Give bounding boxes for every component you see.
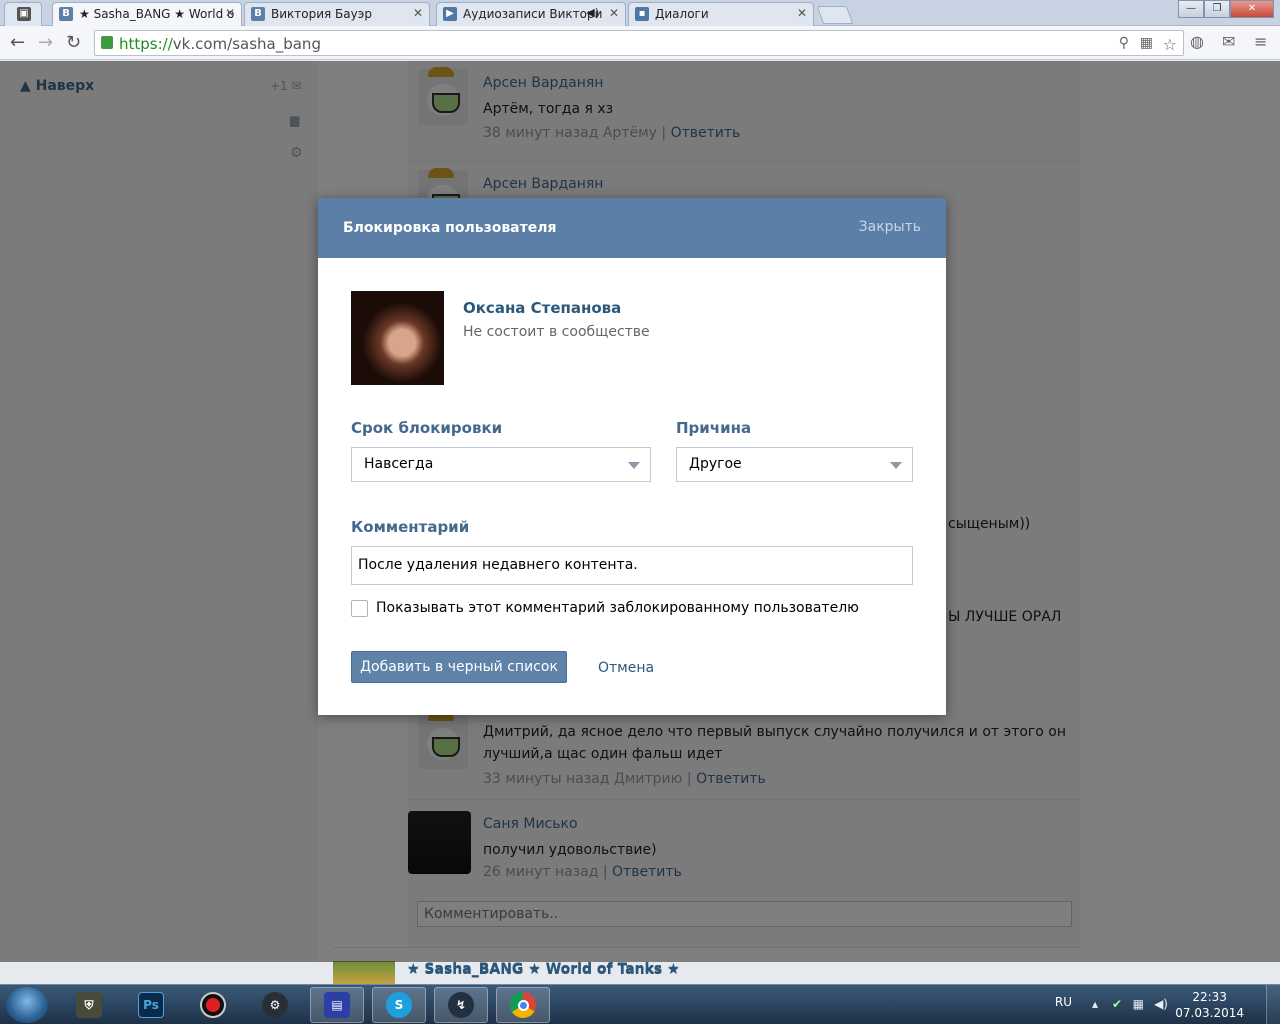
minimize-icon[interactable]: —	[1178, 0, 1204, 18]
extension-icon[interactable]: ▦	[1140, 35, 1153, 51]
volume-icon[interactable]: ◀)	[1154, 997, 1168, 1011]
tab-viktoria[interactable]: В Виктория Бауэр ✕	[244, 2, 430, 26]
show-desktop-button[interactable]	[1266, 985, 1280, 1024]
skype-icon: S	[386, 992, 412, 1018]
floppy-icon: ▤	[324, 992, 350, 1018]
show-comment-label[interactable]: Показывать этот комментарий заблокирован…	[376, 600, 859, 616]
comment-field[interactable]: После удаления недавнего контента.	[351, 546, 913, 585]
chevron-down-icon	[890, 462, 902, 469]
globe-icon[interactable]: ◍	[1190, 32, 1204, 51]
winamp-icon: ↯	[448, 992, 474, 1018]
lock-icon	[101, 36, 113, 49]
close-button[interactable]: Закрыть	[859, 219, 921, 235]
photoshop-icon: Ps	[138, 992, 164, 1018]
clock-date: 07.03.2014	[1175, 1006, 1244, 1020]
reason-value: Другое	[689, 456, 742, 472]
network-icon[interactable]: ▦	[1133, 997, 1144, 1011]
taskbar-steam[interactable]: ⚙	[248, 987, 302, 1023]
reason-select[interactable]: Другое	[676, 447, 913, 482]
reload-icon[interactable]: ↻	[66, 32, 81, 53]
tab-sasha-bang[interactable]: В ★ Sasha_BANG ★ World o ✕	[52, 2, 242, 26]
comment-label: Комментарий	[351, 518, 470, 536]
taskbar-notepad[interactable]: ▤	[310, 987, 364, 1023]
tab-label: ★ Sasha_BANG ★ World o	[79, 7, 235, 21]
cancel-button[interactable]: Отмена	[598, 660, 654, 676]
window-close-icon[interactable]: ✕	[1230, 0, 1274, 18]
tab-audio[interactable]: ▶ Аудиозаписи Виктори ◀) ✕	[436, 2, 626, 26]
maximize-icon[interactable]: ❐	[1204, 0, 1230, 18]
system-tray: RU ▴ ✔ ▦ ◀) 22:33 07.03.2014	[1040, 985, 1280, 1024]
bookmark-star-icon[interactable]: ☆	[1163, 35, 1177, 54]
tab-dialogs[interactable]: ▪ Диалоги ✕	[628, 2, 814, 26]
chrome-icon	[510, 992, 536, 1018]
forward-icon[interactable]: →	[38, 32, 53, 53]
record-icon	[200, 992, 226, 1018]
show-comment-checkbox[interactable]	[351, 600, 368, 617]
user-avatar[interactable]	[351, 291, 444, 385]
tray-app-icon[interactable]: ✔	[1112, 997, 1122, 1011]
block-user-dialog: Блокировка пользователя Закрыть Оксана С…	[318, 198, 946, 715]
vk-icon: В	[251, 7, 265, 21]
mail-icon[interactable]: ✉	[1222, 32, 1235, 51]
taskbar-recorder[interactable]	[186, 987, 240, 1023]
reason-label: Причина	[676, 419, 752, 437]
tab-label: Виктория Бауэр	[271, 7, 372, 21]
tab-label: Диалоги	[655, 7, 709, 21]
post-thumbnail[interactable]	[333, 962, 395, 984]
tab-app[interactable]: ▣	[4, 2, 42, 26]
dialog-header: Блокировка пользователя Закрыть	[318, 198, 946, 258]
language-indicator[interactable]: RU	[1055, 995, 1072, 1009]
taskbar-chrome[interactable]	[496, 987, 550, 1023]
zoom-icon[interactable]: ⚲	[1119, 35, 1129, 51]
taskbar-skype[interactable]: S	[372, 987, 426, 1023]
tray-arrow-icon[interactable]: ▴	[1092, 997, 1098, 1011]
chevron-down-icon	[628, 462, 640, 469]
browser-toolbar: ← → ↻ https://vk.com/sasha_bang ⚲ ▦ ☆ ◍ …	[0, 26, 1280, 60]
browser-tab-strip: ▣ В ★ Sasha_BANG ★ World o ✕ В Виктория …	[0, 0, 1280, 26]
app-icon: ▣	[17, 7, 31, 21]
menu-icon[interactable]: ≡	[1254, 32, 1267, 51]
audio-icon: ▶	[443, 7, 457, 21]
term-value: Навсегда	[364, 456, 434, 472]
tab-close-icon[interactable]: ✕	[797, 6, 807, 20]
term-label: Срок блокировки	[351, 419, 503, 437]
user-status: Не состоит в сообществе	[463, 324, 650, 340]
speaker-icon: ◀)	[586, 6, 599, 19]
dialog-title: Блокировка пользователя	[343, 220, 557, 236]
back-icon[interactable]: ←	[10, 32, 25, 53]
tab-label: Аудиозаписи Виктори	[463, 7, 603, 21]
windows-taskbar: ⛨ Ps ⚙ ▤ S ↯ RU ▴ ✔ ▦ ◀) 22:33 07.03.201…	[0, 984, 1280, 1024]
post-title-visible[interactable]: ★ Sasha_BANG ★ World of Tanks ★	[407, 962, 680, 978]
taskbar-winamp[interactable]: ↯	[434, 987, 488, 1023]
url-text: https://vk.com/sasha_bang	[119, 35, 321, 53]
taskbar-photoshop[interactable]: Ps	[124, 987, 178, 1023]
window-controls: — ❐ ✕	[1178, 0, 1274, 18]
steam-icon: ⚙	[262, 992, 288, 1018]
user-name-link[interactable]: Оксана Степанова	[463, 299, 621, 317]
clock-time: 22:33	[1192, 990, 1227, 1004]
term-select[interactable]: Навсегда	[351, 447, 651, 482]
vk-icon: В	[59, 7, 73, 21]
dialog-icon: ▪	[635, 7, 649, 21]
tanks-icon: ⛨	[76, 992, 102, 1018]
tab-close-icon[interactable]: ✕	[609, 6, 619, 20]
tab-close-icon[interactable]: ✕	[413, 6, 423, 20]
taskbar-world-of-tanks[interactable]: ⛨	[62, 987, 116, 1023]
add-to-blacklist-button[interactable]: Добавить в черный список	[351, 651, 567, 683]
tab-close-icon[interactable]: ✕	[225, 6, 235, 20]
address-bar[interactable]: https://vk.com/sasha_bang ⚲ ▦ ☆	[94, 30, 1184, 56]
clock[interactable]: 22:33 07.03.2014	[1175, 989, 1244, 1021]
start-button[interactable]	[6, 987, 48, 1023]
new-tab-button[interactable]	[816, 6, 854, 24]
